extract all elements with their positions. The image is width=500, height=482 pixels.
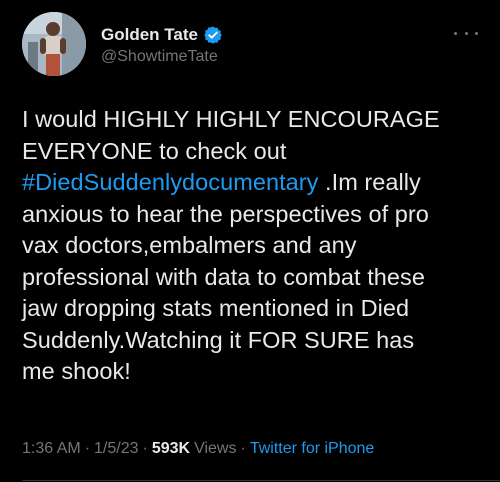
tweet-line-text: EVERYONE to check out — [22, 137, 287, 164]
tweet-line-text: professional with data to combat these — [22, 263, 425, 290]
avatar[interactable] — [22, 12, 86, 76]
tweet: Golden Tate @ShowtimeTate I would HIGHLY… — [0, 0, 500, 482]
tweet-line: anxious to hear the perspectives of pro — [22, 199, 474, 231]
more-dot — [464, 31, 468, 35]
tweet-time[interactable]: 1:36 AM — [22, 440, 81, 458]
tweet-line: EVERYONE to check out — [22, 136, 474, 168]
display-name[interactable]: Golden Tate — [101, 25, 198, 45]
tweet-line: Suddenly.Watching it FOR SURE has — [22, 325, 474, 357]
tweet-line: me shook! — [22, 356, 474, 388]
tweet-line: I would HIGHLY HIGHLY ENCOURAGE — [22, 104, 474, 136]
tweet-line: jaw dropping stats mentioned in Died — [22, 293, 474, 325]
more-dot — [475, 31, 478, 35]
tweet-line-text: .Im really — [318, 169, 421, 195]
tweet-date[interactable]: 1/5/23 — [94, 440, 138, 458]
divider — [22, 480, 500, 481]
meta-separator: · — [240, 440, 246, 457]
tweet-header: Golden Tate @ShowtimeTate — [22, 12, 478, 76]
tweet-line-text: I would HIGHLY HIGHLY ENCOURAGE — [22, 106, 440, 132]
views-label: Views — [194, 440, 237, 457]
more-options-icon[interactable] — [454, 26, 478, 40]
handle[interactable]: @ShowtimeTate — [101, 48, 223, 66]
display-name-row: Golden Tate — [101, 24, 223, 46]
views-count: 593K — [151, 440, 191, 457]
more-dot — [454, 31, 457, 35]
tweet-line-text: anxious to hear the perspectives of pro — [22, 200, 429, 227]
verified-badge-icon — [203, 25, 223, 45]
tweet-line-text: Suddenly.Watching it FOR SURE has — [22, 326, 415, 353]
tweet-line-text: jaw dropping stats mentioned in Died — [22, 295, 410, 321]
tweet-line: #DiedSuddenlydocumentary .Im really — [22, 167, 474, 199]
tweet-text: I would HIGHLY HIGHLY ENCOURAGE EVERYONE… — [22, 104, 474, 388]
tweet-source-link[interactable]: Twitter for iPhone — [250, 440, 375, 458]
author-names: Golden Tate @ShowtimeTate — [101, 24, 223, 66]
tweet-line-text: me shook! — [22, 358, 131, 384]
tweet-line-text: vax doctors,embalmers and any — [22, 232, 357, 258]
tweet-line: vax doctors,embalmers and any — [22, 230, 474, 262]
hashtag-link[interactable]: #DiedSuddenlydocumentary — [22, 169, 318, 195]
avatar-image — [22, 12, 86, 76]
meta-separator: · — [142, 440, 148, 457]
tweet-line: professional with data to combat these — [22, 262, 474, 294]
meta-separator: · — [84, 440, 91, 457]
tweet-meta: 1:36 AM · 1/5/23 · 593K Views · Twitter … — [22, 440, 374, 458]
